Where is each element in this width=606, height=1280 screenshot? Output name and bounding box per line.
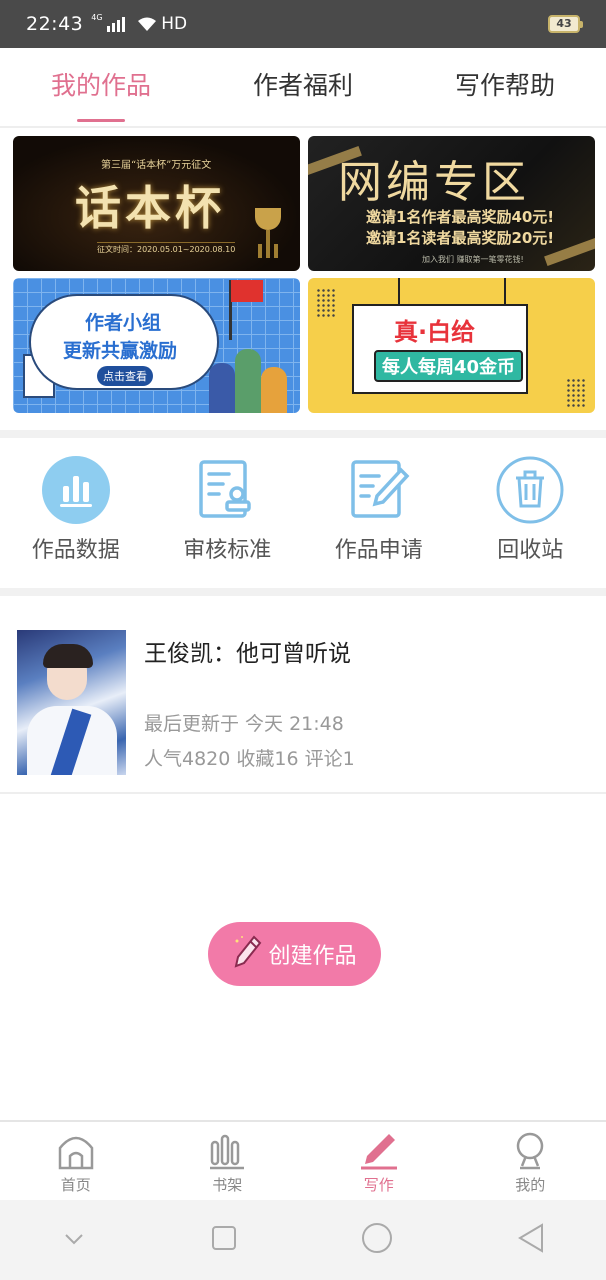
action-recycle-bin[interactable]: 回收站	[455, 438, 606, 588]
battery-icon: 43	[548, 15, 583, 33]
write-pen-icon	[303, 1130, 455, 1170]
section-divider	[0, 588, 606, 596]
status-time: 22:43	[26, 13, 84, 35]
create-work-label: 创建作品	[268, 944, 357, 969]
edit-document-icon	[345, 456, 413, 524]
signal-icon: 4G	[91, 13, 126, 32]
work-stats: 人气4820 收藏16 评论1	[144, 748, 355, 770]
banner-title: 作者小组	[85, 312, 162, 334]
action-label: 作品数据	[31, 538, 120, 563]
banner-editor-zone[interactable]: 网编专区 邀请1名作者最高奖励40元! 邀请1名读者最高奖励20元! 加入我们 …	[308, 136, 595, 271]
home-circle-icon[interactable]	[361, 1222, 393, 1258]
flag-icon	[231, 280, 263, 302]
nav-bookshelf[interactable]: 书架	[152, 1122, 304, 1200]
network-type: 4G	[91, 13, 103, 22]
banner-huaben-cup[interactable]: 第三届“话本杯”万元征文 话本杯 征文时间：2020.05.01~2020.08…	[13, 136, 300, 271]
chevron-down-icon[interactable]	[62, 1231, 86, 1250]
action-work-data[interactable]: 作品数据	[0, 438, 152, 588]
work-updated-time: 最后更新于 今天 21:48	[144, 713, 344, 735]
tab-my-works[interactable]: 我的作品	[0, 48, 202, 126]
recent-apps-icon[interactable]	[211, 1225, 237, 1255]
work-cover-image	[17, 630, 126, 775]
banner-title: 话本杯	[75, 181, 225, 235]
banner-subtitle: 第三届“话本杯”万元征文	[101, 160, 212, 171]
kid-illustration	[209, 363, 235, 413]
tab-author-benefits[interactable]: 作者福利	[202, 48, 404, 126]
nav-label: 首页	[60, 1176, 91, 1194]
dots-decoration	[316, 288, 336, 318]
bookshelf-icon	[152, 1130, 304, 1170]
top-tabs: 我的作品 作者福利 写作帮助	[0, 48, 606, 128]
create-work-button[interactable]: 创建作品	[208, 922, 381, 986]
home-icon	[0, 1130, 152, 1170]
nav-home[interactable]: 首页	[0, 1122, 152, 1200]
banner-title: 真·白给	[394, 318, 476, 346]
nav-mine[interactable]: 我的	[455, 1122, 606, 1200]
banner-subtitle: 更新共赢激励	[63, 340, 178, 362]
trash-icon	[496, 456, 564, 524]
bar-chart-icon	[41, 456, 110, 524]
review-stamp-icon	[193, 456, 261, 524]
kid-illustration	[235, 349, 261, 413]
section-divider	[0, 430, 606, 438]
banner-line: 邀请1名作者最高奖励40元!	[366, 208, 555, 226]
wifi-icon	[137, 16, 157, 32]
nav-label: 写作	[363, 1176, 394, 1194]
tab-label: 作者福利	[252, 71, 353, 100]
system-nav-bar	[0, 1200, 606, 1280]
banner-author-group[interactable]: 作者小组 更新共赢激励 点击查看	[13, 278, 300, 413]
cover-figure	[43, 644, 93, 668]
nav-label: 我的	[515, 1176, 546, 1194]
action-label: 回收站	[497, 538, 564, 563]
banner-date: 征文时间：2020.05.01~2020.08.10	[97, 242, 236, 255]
tab-label: 我的作品	[50, 71, 151, 100]
banner-subtitle: 每人每周40金币	[374, 350, 524, 382]
work-list-item[interactable]: 王俊凯：他可曾听说 最后更新于 今天 21:48 人气4820 收藏16 评论1	[0, 596, 606, 794]
banner-view-button[interactable]: 点击查看	[97, 366, 153, 386]
pencil-icon	[232, 933, 262, 975]
action-review-standard[interactable]: 审核标准	[152, 438, 304, 588]
action-label: 审核标准	[183, 538, 272, 563]
action-label: 作品申请	[334, 538, 423, 563]
action-work-application[interactable]: 作品申请	[303, 438, 455, 588]
tab-active-indicator	[77, 119, 125, 122]
work-title: 王俊凯：他可曾听说	[144, 641, 351, 667]
nav-write[interactable]: 写作	[303, 1122, 455, 1200]
kid-illustration	[261, 367, 287, 413]
banner-weekly-coins[interactable]: 真·白给 每人每周40金币	[308, 278, 595, 413]
tab-label: 写作帮助	[454, 71, 555, 100]
tab-writing-help[interactable]: 写作帮助	[404, 48, 606, 126]
trophy-icon	[255, 208, 281, 244]
banner-line: 邀请1名读者最高奖励20元!	[366, 229, 555, 247]
nav-label: 书架	[212, 1176, 243, 1194]
quick-actions: 作品数据 审核标准 作品申请 回收站	[0, 438, 606, 588]
back-icon[interactable]	[517, 1223, 544, 1257]
dots-decoration	[566, 378, 586, 408]
banner-title: 网编专区	[338, 157, 530, 208]
profile-icon	[455, 1130, 606, 1170]
hd-indicator: HD	[161, 14, 188, 34]
status-bar: 22:43 4G HD 43	[0, 0, 606, 48]
banner-footnote: 加入我们 赚取第一笔零花钱!	[422, 255, 524, 264]
bottom-nav: 首页 书架 写作 我的	[0, 1120, 606, 1200]
